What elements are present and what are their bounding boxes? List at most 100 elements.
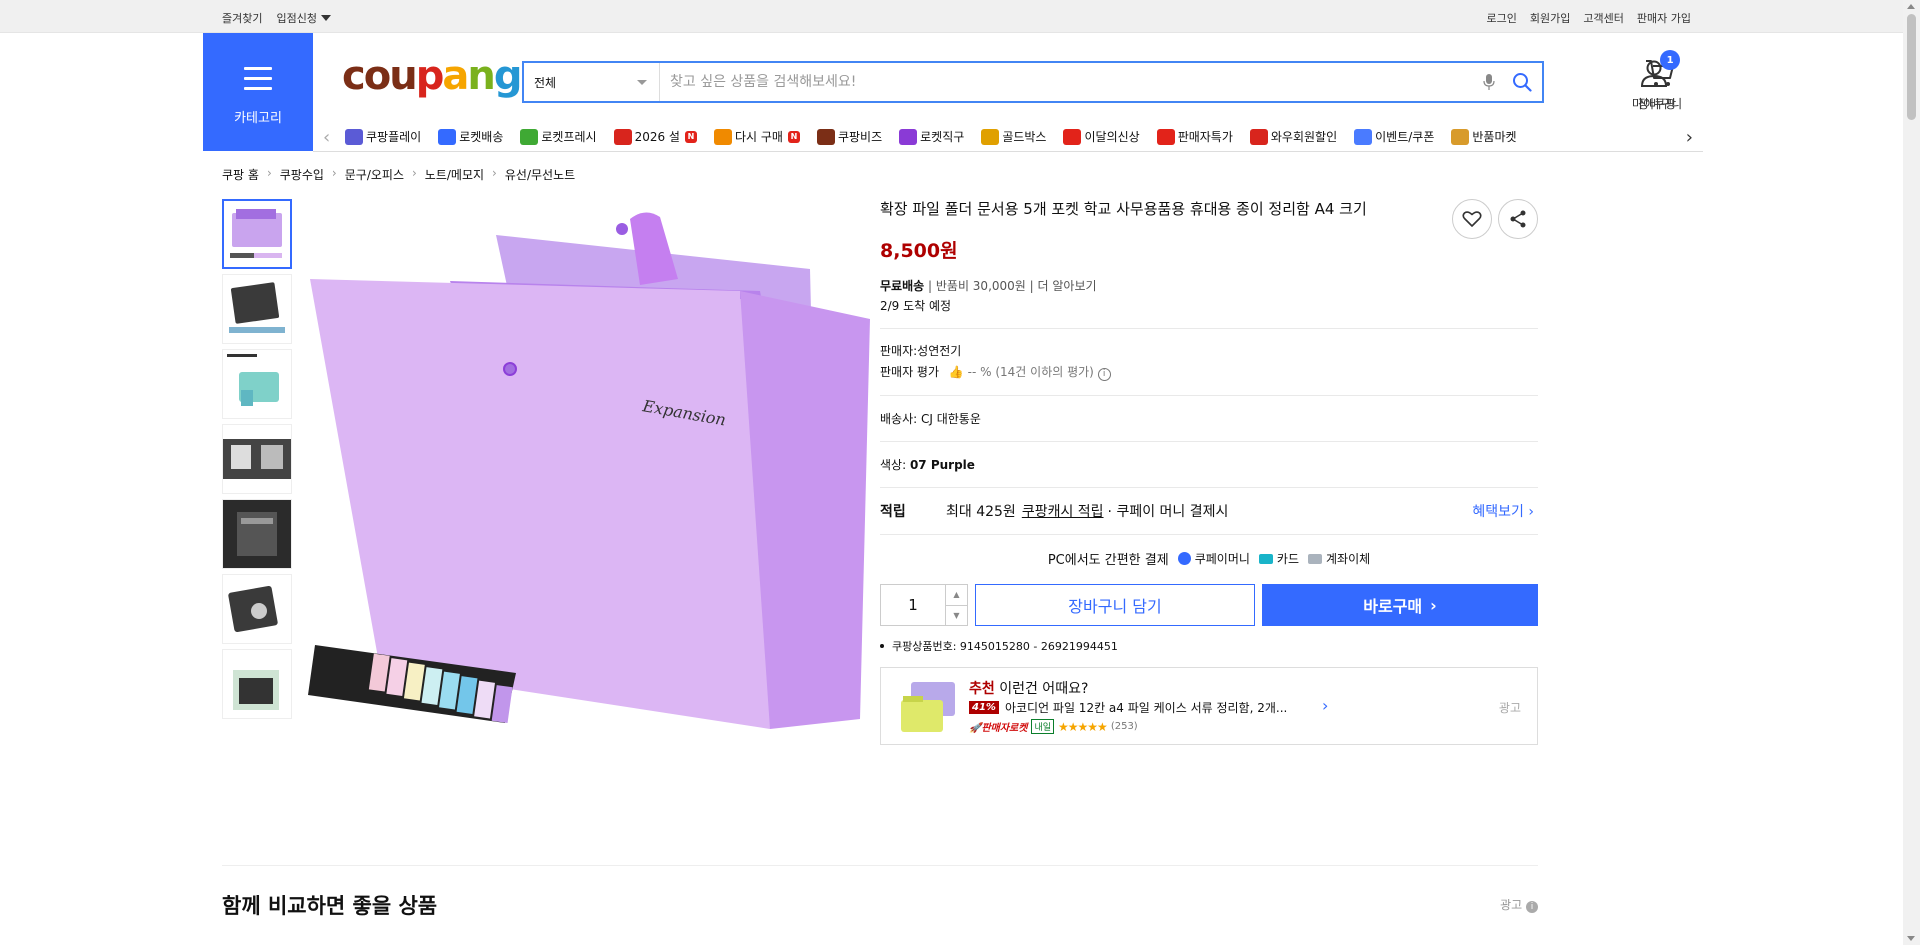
shortcut-item[interactable]: 반품마켓 <box>1451 128 1517 145</box>
wishlist-button[interactable] <box>1452 199 1492 239</box>
quantity-value[interactable]: 1 <box>881 585 945 625</box>
seller-name[interactable]: 판매자:성연전기 <box>880 341 1538 362</box>
add-to-cart-button[interactable]: 장바구니 담기 <box>975 584 1255 626</box>
thumbnail-2[interactable] <box>222 274 292 344</box>
shortcut-item[interactable]: 2026 설 N <box>613 128 697 145</box>
benefit-more-link[interactable]: 혜택보기 › <box>1472 501 1534 521</box>
return-fee: 반품비 30,000원 <box>935 279 1026 293</box>
rocket-fresh-icon <box>520 128 539 145</box>
shortcut-item[interactable]: 이벤트/쿠폰 <box>1354 128 1434 145</box>
info-icon[interactable]: i <box>1097 368 1111 381</box>
search-input[interactable] <box>660 63 1476 101</box>
hamburger-icon <box>244 67 272 97</box>
coupay-icon <box>1177 552 1191 565</box>
card-icon <box>1258 553 1273 564</box>
breadcrumb-item[interactable]: 문구/오피스 <box>345 166 404 183</box>
scrollbar-thumb[interactable] <box>1907 14 1916 120</box>
thumbnail-5[interactable] <box>222 499 292 569</box>
product-info-panel: 확장 파일 폴더 문서용 5개 포켓 학교 사무용품용 휴대용 종이 정리함 A… <box>880 199 1538 745</box>
quantity-down-icon[interactable]: ▼ <box>946 606 967 626</box>
shortcut-item[interactable]: 쿠팡비즈 <box>816 128 882 145</box>
payment-title: PC에서도 간편한 결제 <box>1047 553 1169 568</box>
seller-info: 판매자:성연전기 판매자 평가 👍 -- % (14건 이하의 평가) i <box>880 329 1538 396</box>
shortcut-item[interactable]: 골드박스 <box>981 128 1046 145</box>
breadcrumb-item[interactable]: 유선/무선노트 <box>505 166 575 183</box>
cart-link[interactable]: 1 장바구니 <box>1638 50 1682 112</box>
color-option: 색상: 07 Purple <box>880 442 1538 488</box>
coupang-cash-link[interactable]: 쿠팡캐시 적립 <box>1022 501 1104 521</box>
payment-coupay-money: 쿠페이머니 <box>1177 550 1250 567</box>
product-price: 8,500원 <box>880 240 958 262</box>
thumbnail-list <box>222 199 292 724</box>
chevron-right-icon: › <box>1528 504 1534 520</box>
support-link[interactable]: 고객센터 <box>1583 10 1623 26</box>
seller-signup-link[interactable]: 판매자 가입 <box>1637 10 1691 26</box>
shortcut-item[interactable]: 이달의신상 <box>1063 128 1140 145</box>
login-link[interactable]: 로그인 <box>1487 10 1517 26</box>
thumbnail-4[interactable] <box>222 424 292 494</box>
bank-icon <box>1308 553 1322 564</box>
recommendation-name[interactable]: 아코디언 파일 12칸 a4 파일 케이스 서류 정리함, 2개... <box>1005 699 1287 716</box>
signup-link[interactable]: 회원가입 <box>1530 10 1570 26</box>
shortcut-item[interactable]: 와우회원할인 <box>1249 128 1337 145</box>
gift-icon <box>613 128 632 145</box>
shortcut-item[interactable]: 로켓프레시 <box>520 128 597 145</box>
breadcrumb-separator-icon: › <box>266 166 272 180</box>
shortcut-item[interactable]: 로켓배송 <box>438 128 503 145</box>
ad-label: 광고 <box>1498 701 1521 715</box>
logo-letter: p <box>415 53 445 99</box>
recommendation-card[interactable]: 추천 이런건 어때요? 41% 아코디언 파일 12칸 a4 파일 케이스 서류… <box>880 667 1538 745</box>
shortcut-item[interactable]: 쿠팡플레이 <box>345 128 421 145</box>
category-shortcut-bar: ‹ 쿠팡플레이 로켓배송 로켓프레시 2026 설 N 다시 구매 N 쿠팡비즈 로켓직구 골드박… <box>313 122 1703 152</box>
percent-icon <box>1156 128 1175 145</box>
chevron-left-icon[interactable]: ‹ <box>323 127 330 148</box>
page-scrollbar[interactable] <box>1903 0 1920 945</box>
recommend-strong: 추천 <box>969 681 995 697</box>
entry-apply-menu[interactable]: 입점신청 <box>276 10 331 26</box>
recommendation-image[interactable] <box>897 676 959 738</box>
quantity-up-icon[interactable]: ▲ <box>946 585 967 606</box>
tomorrow-badge: 내일 <box>1031 719 1055 734</box>
share-button[interactable] <box>1498 199 1538 239</box>
scroll-up-icon[interactable] <box>1907 4 1915 9</box>
search-scope-select[interactable]: 전체 <box>524 63 660 101</box>
info-icon[interactable]: i <box>1526 901 1538 913</box>
shortcut-item[interactable]: 다시 구매 N <box>713 128 800 145</box>
breadcrumb-item[interactable]: 쿠팡 홈 <box>222 166 259 183</box>
category-label: 카테고리 <box>234 111 282 126</box>
microphone-icon[interactable] <box>1476 73 1502 91</box>
new-badge: N <box>684 130 697 143</box>
shortcut-item[interactable]: 판매자특가 <box>1156 128 1233 145</box>
favorites-link[interactable]: 즐겨찾기 <box>222 10 262 26</box>
thumbnail-7[interactable] <box>222 649 292 719</box>
discount-badge: 41% <box>969 701 999 714</box>
more-info-link[interactable]: 더 알아보기 <box>1038 279 1097 293</box>
market-icon <box>1451 128 1470 145</box>
shortcut-label: 다시 구매 <box>734 130 783 144</box>
product-main-image[interactable]: Expansion <box>300 199 870 739</box>
logo-letter: g <box>493 53 523 99</box>
product-id: 쿠팡상품번호: 9145015280 - 26921994451 <box>892 640 1118 653</box>
coupang-logo[interactable]: coupang <box>342 53 523 99</box>
reward-condition: · 쿠페이 머니 결제시 <box>1107 504 1229 520</box>
shortcut-item[interactable]: 로켓직구 <box>899 128 964 145</box>
search-icon[interactable] <box>1502 72 1542 92</box>
product-title: 확장 파일 폴더 문서용 5개 포켓 학교 사무용품용 휴대용 종이 정리함 A… <box>880 200 1367 218</box>
payment-method-label: 계좌이체 <box>1326 552 1371 566</box>
breadcrumb-item[interactable]: 쿠팡수입 <box>280 166 324 183</box>
reward-label: 적립 <box>880 504 906 520</box>
quantity-stepper[interactable]: 1 ▲ ▼ <box>880 584 968 626</box>
compare-ad-text: 광고 <box>1500 898 1523 912</box>
thumbnail-3[interactable] <box>222 349 292 419</box>
seller-rating-label: 판매자 평가 <box>880 365 940 379</box>
category-button[interactable]: 카테고리 <box>203 33 313 151</box>
scroll-down-icon[interactable] <box>1907 936 1915 941</box>
thumbnail-6[interactable] <box>222 574 292 644</box>
chevron-right-icon[interactable]: › <box>1686 127 1693 148</box>
chevron-right-icon[interactable]: › <box>1322 696 1328 715</box>
seller-rocket-badge: 🚀판매자로켓 <box>969 719 1027 734</box>
buy-now-button[interactable]: 바로구매 › <box>1262 584 1538 626</box>
buy-now-label: 바로구매 <box>1363 597 1423 616</box>
breadcrumb-item[interactable]: 노트/메모지 <box>425 166 484 183</box>
thumbnail-1[interactable] <box>222 199 292 269</box>
